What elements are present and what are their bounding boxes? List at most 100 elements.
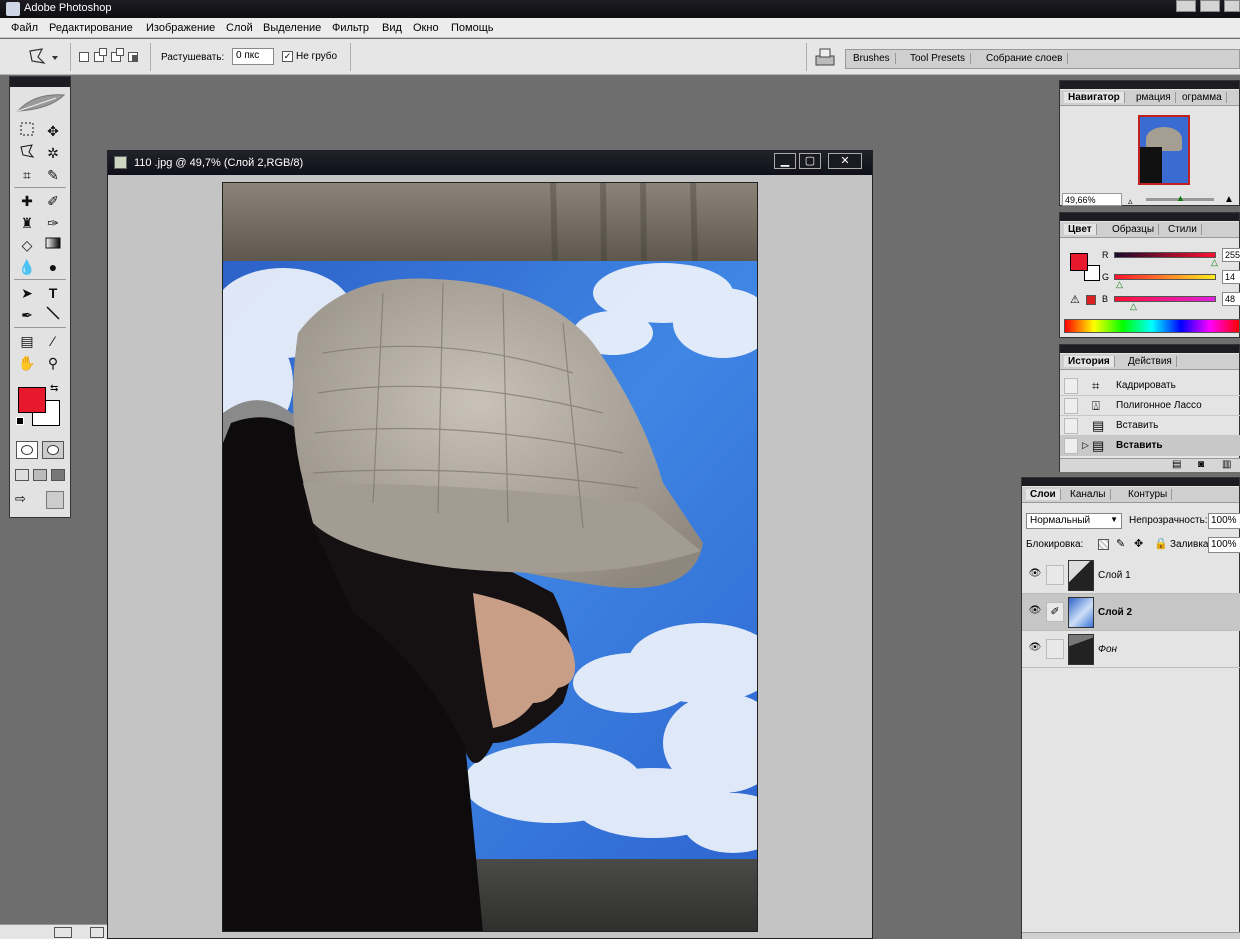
eye-icon[interactable]: 👁 <box>1028 605 1042 619</box>
eye-icon[interactable]: 👁 <box>1028 642 1042 656</box>
feather-logo-icon[interactable] <box>14 91 68 115</box>
zoom-slider-thumb[interactable]: ▲ <box>1176 193 1185 203</box>
blend-mode-select[interactable]: Нормальный ▼ <box>1026 513 1122 529</box>
tab-channels[interactable]: Каналы <box>1066 489 1111 500</box>
close-button[interactable] <box>1224 0 1240 12</box>
lock-all-icon[interactable]: 🔒 <box>1154 537 1168 550</box>
history-item-current[interactable]: ▷ ▤ Вставить <box>1060 436 1240 456</box>
magic-wand-tool-icon[interactable]: ✲ <box>42 143 64 163</box>
history-item[interactable]: ▤ Вставить <box>1060 416 1240 436</box>
tab-history[interactable]: История <box>1064 356 1115 367</box>
menu-window[interactable]: Окно <box>413 22 439 34</box>
antialias-checkbox[interactable]: ✓ <box>282 51 293 62</box>
brush-icon[interactable]: ✐ <box>1046 602 1064 622</box>
slice-tool-icon[interactable]: ✎ <box>42 165 64 185</box>
hand-tool-icon[interactable]: ✋ <box>16 353 38 373</box>
foreground-color-swatch[interactable] <box>18 387 46 413</box>
zoom-out-icon[interactable]: ▵ <box>1128 196 1133 207</box>
tab-paths[interactable]: Контуры <box>1124 489 1173 500</box>
feather-input[interactable]: 0 пкс <box>232 48 274 65</box>
layer-name[interactable]: Слой 1 <box>1098 570 1131 581</box>
menu-select[interactable]: Выделение <box>263 22 321 34</box>
healing-brush-tool-icon[interactable]: ✚ <box>16 191 38 211</box>
screen-mode-standard-icon[interactable] <box>15 469 29 481</box>
gradient-tool-icon[interactable] <box>42 235 64 255</box>
color-fg-swatch[interactable] <box>1070 253 1088 271</box>
red-value[interactable]: 255 <box>1222 248 1240 262</box>
restore-icon[interactable] <box>54 927 72 938</box>
eraser-tool-icon[interactable]: ◇ <box>16 235 38 255</box>
red-slider-thumb[interactable]: △ <box>1211 257 1218 268</box>
notes-tool-icon[interactable]: ▤ <box>16 331 38 351</box>
menu-layer[interactable]: Слой <box>226 22 253 34</box>
marquee-tool-icon[interactable] <box>16 121 38 141</box>
doc-maximize-button[interactable]: ▢ <box>799 153 821 169</box>
out-of-gamut-warning-icon[interactable]: ⚠ <box>1070 293 1080 306</box>
type-tool-icon[interactable]: T <box>42 283 64 303</box>
tab-histogram[interactable]: ограмма <box>1178 92 1227 103</box>
lock-transparent-pixels-icon[interactable] <box>1098 539 1109 550</box>
lock-image-pixels-icon[interactable]: ✎ <box>1116 537 1125 550</box>
layer-link-box[interactable] <box>1046 565 1064 585</box>
color-ramp[interactable] <box>1064 319 1240 333</box>
menu-view[interactable]: Вид <box>382 22 402 34</box>
history-brush-tool-icon[interactable]: ✑ <box>42 213 64 233</box>
jump-to-imageready-icon[interactable]: ⇨ <box>15 491 41 509</box>
new-snapshot-icon[interactable]: ◙ <box>1198 459 1204 470</box>
opacity-input[interactable]: 100% <box>1208 513 1240 529</box>
tab-layer-comps[interactable]: Собрание слоев <box>981 53 1069 64</box>
screen-mode-full-icon[interactable] <box>51 469 65 481</box>
menu-help[interactable]: Помощь <box>451 22 494 34</box>
zoom-in-icon[interactable]: ▲ <box>1224 194 1234 205</box>
layer-row-layer1[interactable]: 👁 Слой 1 <box>1022 557 1240 594</box>
eye-icon[interactable]: 👁 <box>1028 568 1042 582</box>
history-snapshot-box[interactable] <box>1064 398 1078 414</box>
image-canvas[interactable] <box>222 182 758 932</box>
clone-stamp-tool-icon[interactable]: ♜ <box>16 213 38 233</box>
line-tool-icon[interactable] <box>42 305 64 325</box>
gamut-color-swatch[interactable] <box>1086 295 1096 305</box>
history-snapshot-box[interactable] <box>1064 438 1078 454</box>
green-slider-thumb[interactable]: △ <box>1116 279 1123 290</box>
doc-minimize-button[interactable]: ▁ <box>774 153 796 169</box>
document-title-bar[interactable]: 110 .jpg @ 49,7% (Слой 2,RGB/8) ▁ ▢ ✕ <box>108 151 872 175</box>
layer-row-layer2[interactable]: 👁 ✐ Слой 2 <box>1022 594 1240 631</box>
green-slider[interactable] <box>1114 274 1216 280</box>
tab-styles[interactable]: Стили <box>1164 224 1202 235</box>
default-colors-icon[interactable] <box>16 417 24 425</box>
navigator-thumbnail[interactable] <box>1138 115 1190 185</box>
tab-color[interactable]: Цвет <box>1064 224 1097 235</box>
move-tool-icon[interactable]: ✥ <box>42 121 64 141</box>
history-item[interactable]: ⍍ Полигонное Лассо <box>1060 396 1240 416</box>
tab-info[interactable]: рмация <box>1132 92 1176 103</box>
screen-mode-full-menu-icon[interactable] <box>33 469 47 481</box>
tab-swatches[interactable]: Образцы <box>1108 224 1160 235</box>
brush-tool-icon[interactable]: ✐ <box>42 191 64 211</box>
lasso-tool-preset-icon[interactable] <box>26 47 62 67</box>
tab-actions[interactable]: Действия <box>1124 356 1177 367</box>
layer-row-background[interactable]: 👁 Фон <box>1022 631 1240 668</box>
history-item[interactable]: ⌗ Кадрировать <box>1060 376 1240 396</box>
red-slider[interactable] <box>1114 252 1216 258</box>
lock-position-icon[interactable]: ✥ <box>1134 537 1143 550</box>
lasso-tool-icon[interactable] <box>16 143 38 163</box>
menu-image[interactable]: Изображение <box>146 22 215 34</box>
menu-file[interactable]: Файл <box>11 22 38 34</box>
fill-input[interactable]: 100% <box>1208 537 1240 553</box>
close-icon[interactable] <box>90 927 104 938</box>
menu-edit[interactable]: Редактирование <box>49 22 133 34</box>
green-value[interactable]: 14 <box>1222 270 1240 284</box>
path-selection-tool-icon[interactable]: ➤ <box>16 283 38 303</box>
crop-tool-icon[interactable]: ⌗ <box>16 165 38 185</box>
layer-link-box[interactable] <box>1046 639 1064 659</box>
maximize-button[interactable] <box>1200 0 1220 12</box>
file-browser-icon[interactable] <box>814 47 836 67</box>
dodge-tool-icon[interactable]: ● <box>42 257 64 277</box>
history-snapshot-box[interactable] <box>1064 418 1078 434</box>
imageready-icon[interactable] <box>46 491 64 509</box>
layer-name[interactable]: Слой 2 <box>1098 607 1132 618</box>
eyedropper-tool-icon[interactable]: ⁄ <box>42 331 64 351</box>
zoom-tool-icon[interactable]: ⚲ <box>42 353 64 373</box>
blue-value[interactable]: 48 <box>1222 292 1240 306</box>
doc-close-button[interactable]: ✕ <box>828 153 862 169</box>
